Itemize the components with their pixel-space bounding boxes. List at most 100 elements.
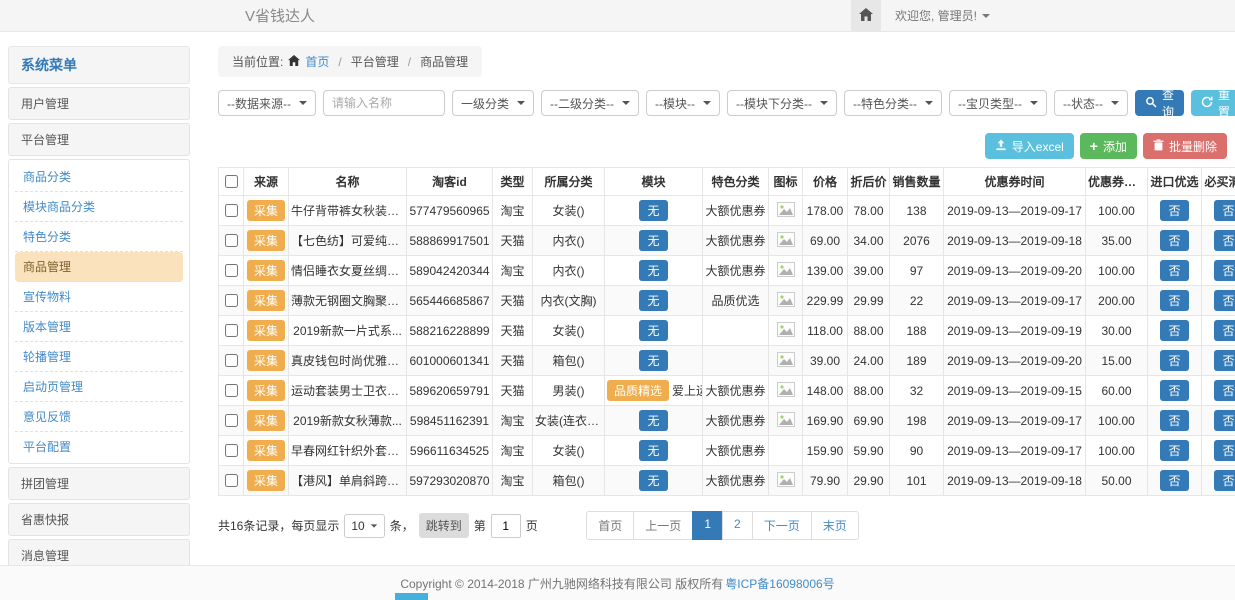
filter-select-module-sub[interactable]: --模块下分类-- (727, 90, 837, 116)
jump-button[interactable]: 跳转到 (419, 513, 469, 538)
select-all-checkbox[interactable] (225, 175, 238, 188)
filter-select-data-source[interactable]: --数据来源-- (218, 90, 316, 116)
filter-select-item-type[interactable]: --宝贝类型-- (949, 90, 1047, 116)
pager-first[interactable]: 首页 (586, 511, 634, 540)
sidebar-submenu: 商品分类模块商品分类特色分类商品管理宣传物料版本管理轮播管理启动页管理意见反馈平… (8, 159, 190, 464)
batch-delete-button[interactable]: 批量删除 (1143, 133, 1227, 159)
import-optional-button[interactable]: 否 (1160, 470, 1188, 491)
pager-next[interactable]: 下一页 (752, 511, 812, 540)
source-cell: 采集 (244, 256, 289, 286)
source-cell: 采集 (244, 196, 289, 226)
must-buy-button[interactable]: 否 (1214, 410, 1235, 431)
must-buy-button[interactable]: 否 (1214, 290, 1235, 311)
must-buy-button[interactable]: 否 (1214, 440, 1235, 461)
row-checkbox[interactable] (225, 474, 238, 487)
sidebar-item-group-buy[interactable]: 拼团管理 (8, 467, 190, 500)
table-row: 采集【港风】单肩斜跨链条...597293020870淘宝箱包()无大额优惠券7… (219, 466, 1235, 496)
sales-cell: 97 (890, 256, 944, 286)
table-row: 采集运动套装男士卫衣初秋...589620659791天猫男装()品质精选爱上运… (219, 376, 1235, 406)
import-optional-button[interactable]: 否 (1160, 230, 1188, 251)
sidebar-subitem-goods-manage[interactable]: 商品管理 (15, 252, 183, 282)
name-cell: 薄款无钢圈文胸聚拢性... (289, 286, 407, 316)
row-checkbox[interactable] (225, 414, 238, 427)
pagination-row: 共16条记录，每页显示 10 条， 跳转到 第 页 首页上一页12下一页末页 (218, 511, 1227, 540)
reset-button[interactable]: 重置 (1191, 90, 1235, 116)
import-optional-button[interactable]: 否 (1160, 410, 1188, 431)
must-buy-button[interactable]: 否 (1214, 380, 1235, 401)
sidebar-subitem-goods-category[interactable]: 商品分类 (15, 162, 183, 192)
import-optional-button[interactable]: 否 (1160, 260, 1188, 281)
pager-prev[interactable]: 上一页 (633, 511, 693, 540)
jump-page-input[interactable] (491, 514, 521, 538)
sidebar-subitem-promo-material[interactable]: 宣传物料 (15, 282, 183, 312)
must-buy-cell: 否 (1202, 406, 1235, 436)
add-button[interactable]: + 添加 (1080, 133, 1137, 159)
type-cell: 淘宝 (493, 256, 533, 286)
import-optional-button[interactable]: 否 (1160, 200, 1188, 221)
must-buy-button[interactable]: 否 (1214, 320, 1235, 341)
import-optional-button[interactable]: 否 (1160, 380, 1188, 401)
must-buy-button[interactable]: 否 (1214, 230, 1235, 251)
filter-select-status[interactable]: --状态-- (1054, 90, 1128, 116)
search-button[interactable]: 查询 (1135, 90, 1184, 116)
sidebar-item-message[interactable]: 消息管理 (8, 539, 190, 565)
coupon-amount-cell: 200.00 (1086, 286, 1148, 316)
row-checkbox[interactable] (225, 264, 238, 277)
sidebar-subitem-splash[interactable]: 启动页管理 (15, 372, 183, 402)
filter-select-module[interactable]: --模块-- (646, 90, 720, 116)
sidebar-item-platform[interactable]: 平台管理 (8, 123, 190, 156)
import-optional-button[interactable]: 否 (1160, 320, 1188, 341)
icp-link[interactable]: 粤ICP备16098006号 (725, 575, 834, 592)
pager-last[interactable]: 末页 (811, 511, 859, 540)
sidebar-item-users[interactable]: 用户管理 (8, 87, 190, 120)
must-buy-cell: 否 (1202, 346, 1235, 376)
must-buy-cell: 否 (1202, 316, 1235, 346)
must-buy-button[interactable]: 否 (1214, 470, 1235, 491)
source-badge: 采集 (247, 470, 285, 491)
row-checkbox[interactable] (225, 294, 238, 307)
row-checkbox[interactable] (225, 354, 238, 367)
jump-suffix: 页 (526, 517, 538, 534)
price-cell: 79.90 (803, 466, 848, 496)
filter-select-category-l2[interactable]: --二级分类-- (541, 90, 639, 116)
import-excel-button[interactable]: 导入excel (985, 133, 1074, 159)
filter-input-name[interactable] (323, 90, 445, 116)
sidebar-subitem-platform-config[interactable]: 平台配置 (15, 432, 183, 461)
row-checkbox-cell (219, 226, 244, 256)
sidebar-subitem-version[interactable]: 版本管理 (15, 312, 183, 342)
feature-cell: 大额优惠券 (703, 376, 769, 406)
coupon-time-cell: 2019-09-13—2019-09-20 (944, 256, 1086, 286)
sidebar-subitem-carousel[interactable]: 轮播管理 (15, 342, 183, 372)
row-checkbox[interactable] (225, 384, 238, 397)
import-optional-button[interactable]: 否 (1160, 350, 1188, 371)
user-menu[interactable]: 欢迎您, 管理员! (895, 7, 990, 24)
home-nav-button[interactable] (851, 0, 881, 32)
filter-select-category-l1[interactable]: 一级分类 (452, 90, 534, 116)
import-optional-button[interactable]: 否 (1160, 440, 1188, 461)
pager-page-2[interactable]: 2 (722, 511, 753, 540)
category-cell: 女装(连衣裙) (533, 406, 605, 436)
sidebar-subitem-feedback[interactable]: 意见反馈 (15, 402, 183, 432)
sidebar-subitem-feature-category[interactable]: 特色分类 (15, 222, 183, 252)
sidebar-item-express[interactable]: 省惠快报 (8, 503, 190, 536)
row-checkbox[interactable] (225, 444, 238, 457)
filter-select-label: --二级分类-- (550, 95, 614, 112)
pager-page-1[interactable]: 1 (692, 511, 723, 540)
sidebar-subitem-module-goods-category[interactable]: 模块商品分类 (15, 192, 183, 222)
row-checkbox[interactable] (225, 324, 238, 337)
must-buy-button[interactable]: 否 (1214, 260, 1235, 281)
discount-price-cell: 39.00 (848, 256, 890, 286)
taoke-id-cell: 597293020870 (407, 466, 493, 496)
must-buy-button[interactable]: 否 (1214, 200, 1235, 221)
import-optional-button[interactable]: 否 (1160, 290, 1188, 311)
row-checkbox[interactable] (225, 204, 238, 217)
page-size-select[interactable]: 10 (344, 514, 384, 538)
must-buy-button[interactable]: 否 (1214, 350, 1235, 371)
filter-select-feature-category[interactable]: --特色分类-- (844, 90, 942, 116)
trash-icon (1153, 139, 1164, 154)
type-cell: 淘宝 (493, 196, 533, 226)
source-cell: 采集 (244, 466, 289, 496)
breadcrumb-home-link[interactable]: 首页 (305, 53, 329, 70)
source-badge: 采集 (247, 440, 285, 461)
row-checkbox[interactable] (225, 234, 238, 247)
